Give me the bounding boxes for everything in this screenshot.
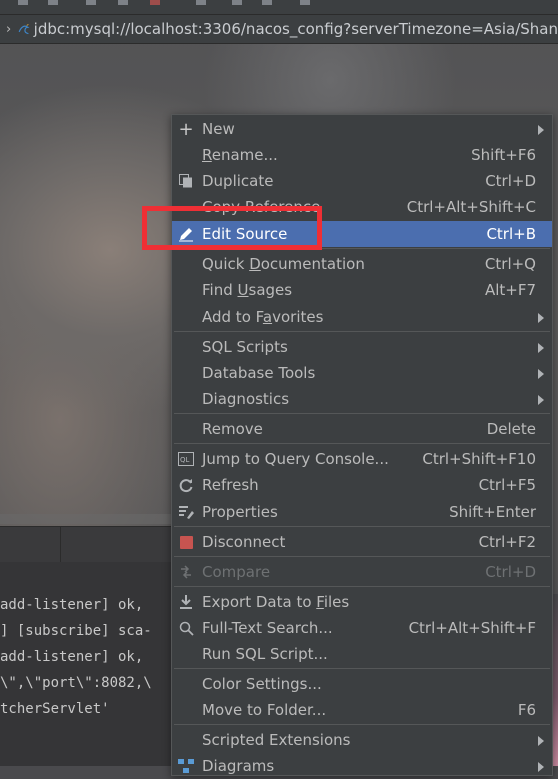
stop-icon <box>177 533 195 551</box>
menu-item-diagrams[interactable]: Diagrams <box>172 753 552 779</box>
menu-separator <box>174 413 550 414</box>
export-icon <box>177 593 195 611</box>
menu-separator <box>174 724 550 725</box>
menu-item-run-sql-script[interactable]: Run SQL Script... <box>172 641 552 667</box>
console-output: add-listener] ok, ] [subscribe] sca- add… <box>0 562 175 766</box>
plus-icon: + <box>178 118 194 140</box>
chevron-right-icon[interactable]: › <box>6 22 14 37</box>
submenu-arrow-icon <box>538 343 544 353</box>
toolbar-icon[interactable] <box>18 0 28 5</box>
menu-item-color-settings[interactable]: Color Settings... <box>172 671 552 697</box>
menu-separator <box>174 668 550 669</box>
menu-separator <box>174 331 550 332</box>
console-line: add-listener] ok, <box>0 649 144 665</box>
menu-item-quick-documentation[interactable]: Quick Documentation Ctrl+Q <box>172 251 552 277</box>
query-console-icon: QL <box>177 450 195 468</box>
console-line: \",\"port\":8082,\ <box>0 675 152 691</box>
search-icon <box>177 619 195 637</box>
svg-text:QL: QL <box>180 456 190 464</box>
menu-item-disconnect[interactable]: Disconnect Ctrl+F2 <box>172 529 552 555</box>
toolbar-icon[interactable] <box>196 0 206 5</box>
menu-item-refresh[interactable]: Refresh Ctrl+F5 <box>172 472 552 498</box>
toolbar-icon[interactable] <box>300 0 310 5</box>
refresh-icon <box>177 476 195 494</box>
diagram-icon <box>177 757 195 775</box>
submenu-arrow-icon <box>538 125 544 135</box>
submenu-arrow-icon <box>538 313 544 323</box>
red-highlight-box <box>142 206 322 250</box>
horizontal-scrollbar[interactable] <box>0 514 175 524</box>
tool-window-header <box>0 526 175 563</box>
menu-separator <box>174 586 550 587</box>
submenu-arrow-icon <box>538 762 544 772</box>
menu-item-new[interactable]: + New <box>172 116 552 142</box>
menu-item-find-usages[interactable]: Find Usages Alt+F7 <box>172 277 552 303</box>
menu-item-jump-to-query-console[interactable]: QL Jump to Query Console... Ctrl+Shift+F… <box>172 446 552 472</box>
menu-item-move-to-folder[interactable]: Move to Folder... F6 <box>172 697 552 723</box>
menu-item-export-data-to-files[interactable]: Export Data to Files <box>172 589 552 615</box>
console-line: tcherServlet' <box>0 701 110 717</box>
menu-item-database-tools[interactable]: Database Tools <box>172 360 552 386</box>
connection-path-bar[interactable]: › jdbc:mysql://localhost:3306/nacos_conf… <box>0 15 558 44</box>
menu-separator <box>174 556 550 557</box>
mysql-icon <box>18 24 30 35</box>
console-line: ] [subscribe] sca- <box>0 623 152 639</box>
submenu-arrow-icon <box>538 736 544 746</box>
menu-item-sql-scripts[interactable]: SQL Scripts <box>172 334 552 360</box>
menu-item-remove[interactable]: Remove Delete <box>172 416 552 442</box>
menu-item-diagnostics[interactable]: Diagnostics <box>172 386 552 412</box>
menu-item-scripted-extensions[interactable]: Scripted Extensions <box>172 727 552 753</box>
toolbar-icon[interactable] <box>48 0 58 5</box>
console-line: add-listener] ok, <box>0 597 144 613</box>
menu-item-add-to-favorites[interactable]: Add to Favorites <box>172 304 552 330</box>
toolbar-icon[interactable] <box>86 0 96 5</box>
submenu-arrow-icon <box>538 395 544 405</box>
compare-icon <box>177 563 195 581</box>
submenu-arrow-icon <box>538 369 544 379</box>
menu-item-properties[interactable]: Properties Shift+Enter <box>172 499 552 525</box>
menu-separator <box>174 526 550 527</box>
menu-separator <box>174 443 550 444</box>
menu-item-duplicate[interactable]: Duplicate Ctrl+D <box>172 168 552 194</box>
toolbar-icon[interactable] <box>118 0 128 5</box>
toolbar <box>0 0 558 15</box>
menu-item-compare[interactable]: Compare Ctrl+D <box>172 559 552 585</box>
menu-item-full-text-search[interactable]: Full-Text Search... Ctrl+Alt+Shift+F <box>172 615 552 641</box>
properties-icon <box>177 503 195 521</box>
stop-icon[interactable] <box>150 0 160 5</box>
menu-item-rename[interactable]: Rename... Shift+F6 <box>172 142 552 168</box>
connection-url: jdbc:mysql://localhost:3306/nacos_config… <box>33 20 558 38</box>
toolbar-icon[interactable] <box>232 0 242 5</box>
toolbar-icon[interactable] <box>262 0 272 5</box>
duplicate-icon <box>177 172 195 190</box>
